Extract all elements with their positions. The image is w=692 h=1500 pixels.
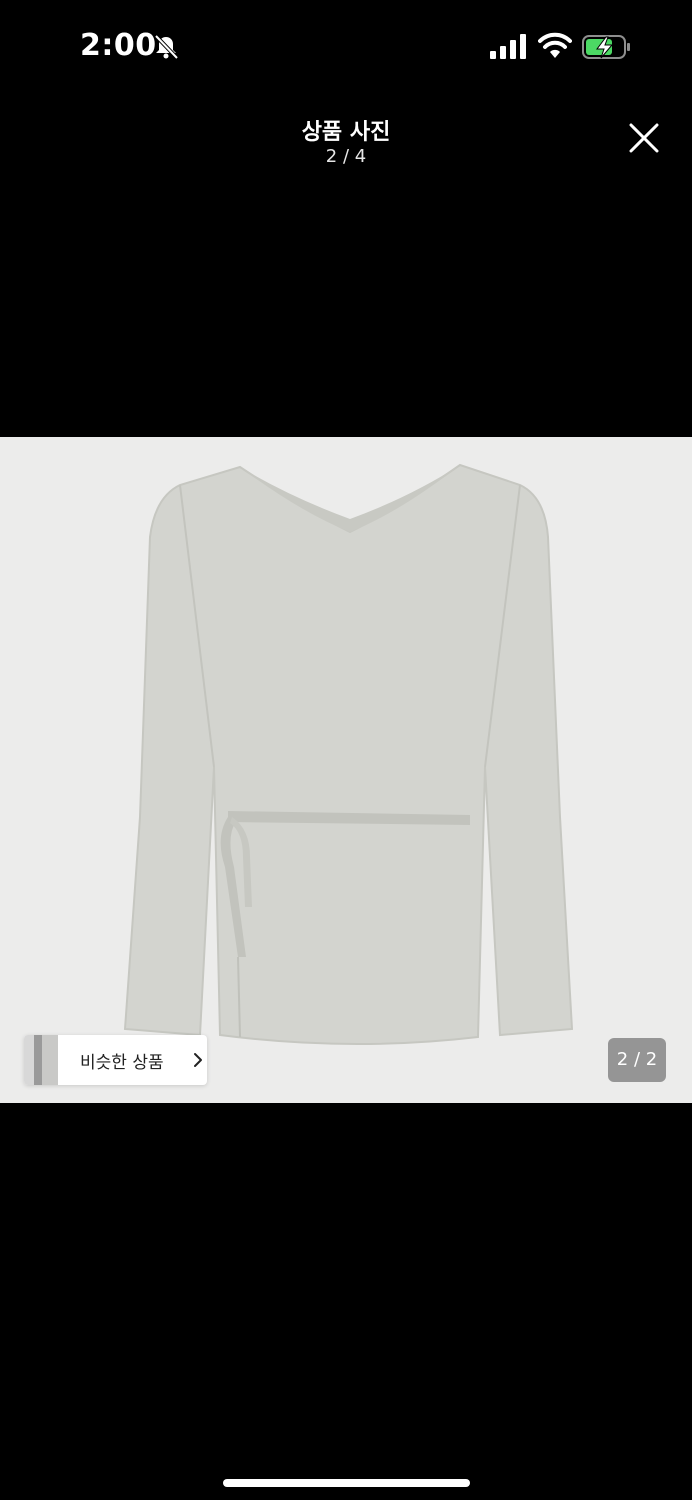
- image-counter-badge: 2 / 2: [608, 1038, 666, 1082]
- photo-counter: 2 / 4: [325, 146, 367, 167]
- bell-slash-icon: [154, 34, 179, 60]
- similar-items-label: 비슷한 상품: [80, 1053, 164, 1073]
- product-image: [123, 463, 574, 1046]
- status-bar: 2:00: [0, 0, 692, 96]
- page-title: 상품 사진: [301, 120, 391, 145]
- signal-icon: [490, 34, 526, 59]
- similar-items-button[interactable]: 비슷한 상품: [24, 1035, 207, 1085]
- battery-charging-icon: [582, 35, 630, 59]
- home-indicator[interactable]: [223, 1479, 470, 1487]
- similar-items-thumbnail: [24, 1035, 58, 1085]
- status-time: 2:00: [80, 28, 157, 63]
- product-photo[interactable]: 비슷한 상품 2 / 2: [0, 437, 692, 1103]
- wifi-icon: [538, 32, 572, 58]
- viewer-header: 상품 사진 2 / 4: [0, 100, 692, 180]
- close-icon[interactable]: [620, 114, 668, 162]
- chevron-right-icon: [194, 1053, 202, 1067]
